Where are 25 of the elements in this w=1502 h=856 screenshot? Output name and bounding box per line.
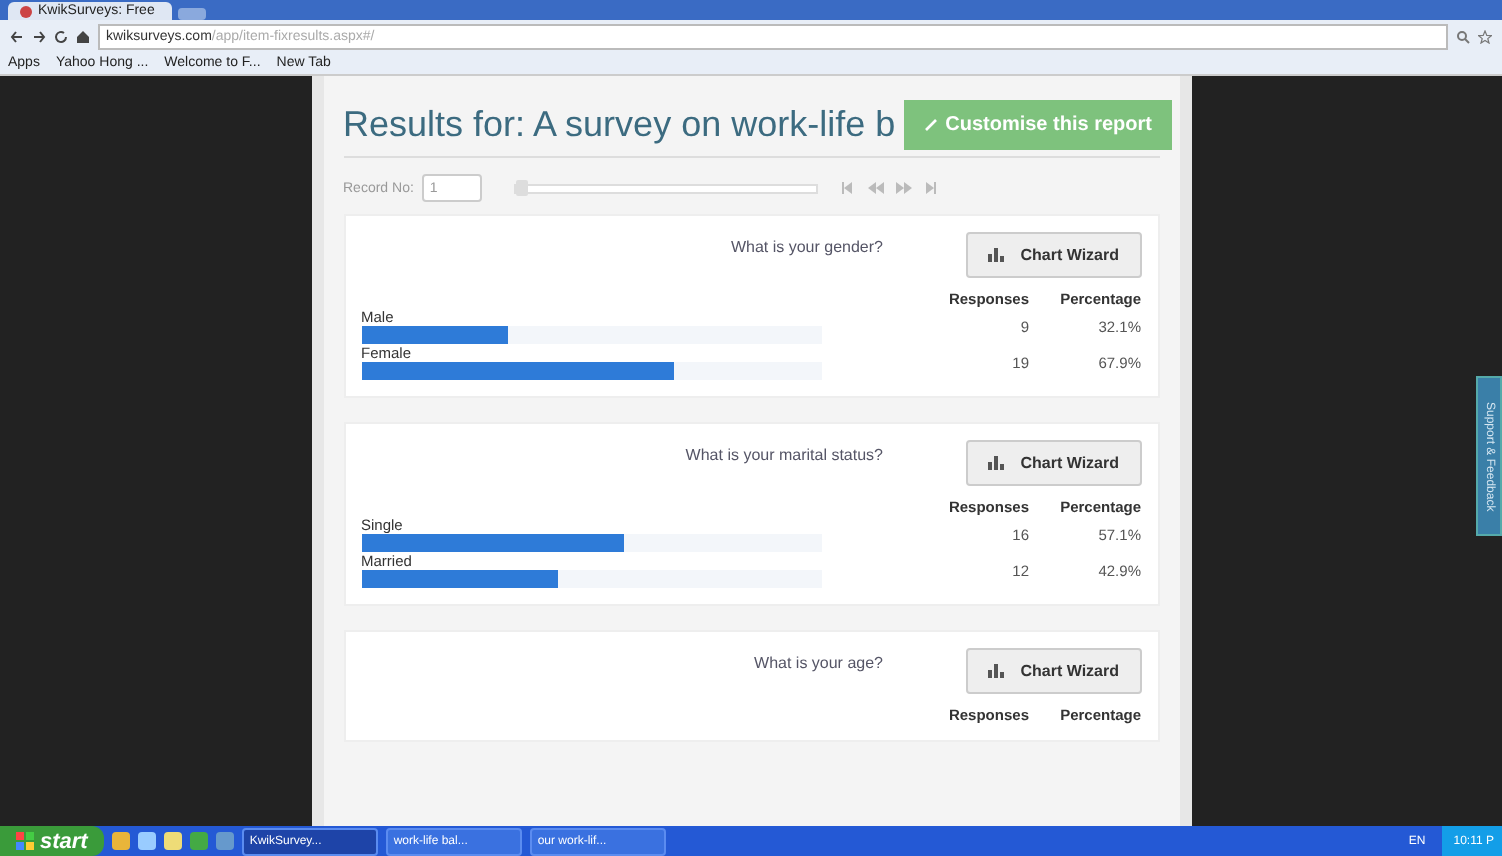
slider-thumb[interactable] xyxy=(515,179,528,195)
zoom-icon[interactable] xyxy=(1456,29,1470,43)
forward-icon[interactable] xyxy=(32,29,46,43)
question-text: What is your age? xyxy=(752,652,885,676)
star-icon[interactable] xyxy=(1478,29,1492,43)
home-icon[interactable] xyxy=(76,29,90,43)
next-record-icon[interactable] xyxy=(893,182,912,194)
chart-wizard-button[interactable]: Chart Wizard xyxy=(966,232,1141,278)
chart-icon xyxy=(988,456,1005,470)
reload-icon[interactable] xyxy=(54,29,68,43)
chart-wizard-button[interactable]: Chart Wizard xyxy=(966,440,1141,486)
back-icon[interactable] xyxy=(10,29,24,43)
previous-record-icon[interactable] xyxy=(867,182,886,194)
site-icon xyxy=(20,5,32,17)
windows-logo-icon xyxy=(16,832,34,850)
start-button[interactable]: start xyxy=(0,826,104,856)
pencil-icon xyxy=(923,118,938,132)
question-text: What is your marital status? xyxy=(683,444,885,468)
question-text: What is your gender? xyxy=(728,236,885,260)
chart-icon xyxy=(988,248,1005,262)
record-slider[interactable] xyxy=(513,183,818,193)
chart-wizard-button[interactable]: Chart Wizard xyxy=(966,648,1141,694)
chart-icon xyxy=(988,664,1005,678)
new-tab-button[interactable] xyxy=(178,8,206,20)
results-title: Results for: A survey on work-life b xyxy=(343,104,896,146)
